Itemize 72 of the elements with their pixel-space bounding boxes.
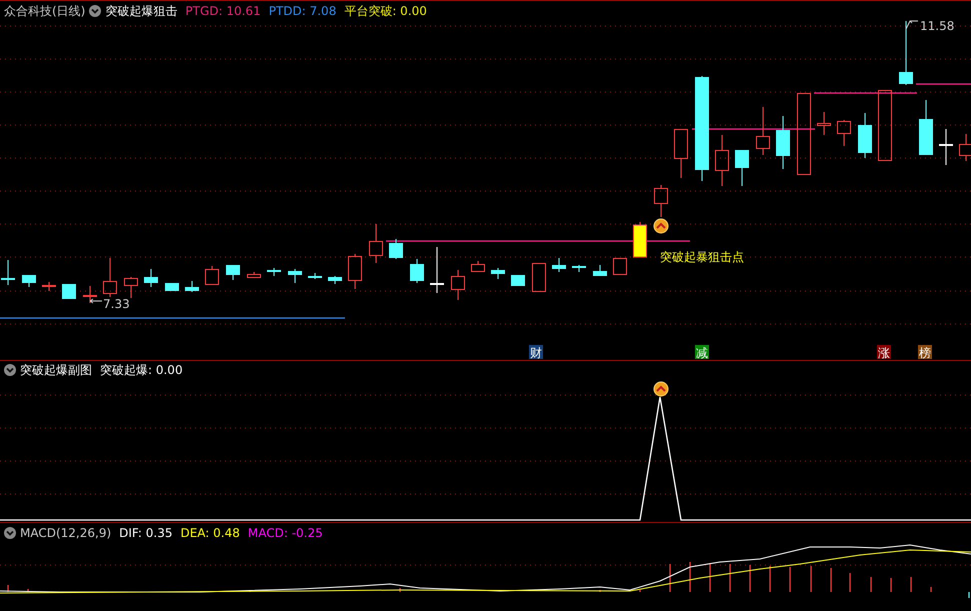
candlestick (959, 134, 971, 162)
chevron-down-icon[interactable] (4, 527, 16, 539)
candlestick (205, 266, 219, 285)
candlestick (328, 276, 342, 284)
candlestick (735, 150, 749, 186)
chart-title: 众合科技(日线) (4, 2, 86, 20)
signal-label: 突破起暴狙击点 (660, 250, 744, 264)
candlestick (288, 268, 302, 284)
arrow-icon (906, 20, 918, 30)
candlestick (613, 258, 627, 275)
candlestick (42, 282, 56, 292)
candlestick (633, 222, 647, 258)
indicator-name: 突破起爆狙击 (105, 2, 178, 20)
event-marker: 减 (695, 345, 709, 360)
legend-value: 突破起爆: 0.00 (100, 362, 183, 379)
legend-value: DIF: 0.35 (119, 525, 172, 542)
chevron-up-icon (654, 382, 668, 396)
candlestick (369, 224, 383, 264)
candlestick (1, 260, 15, 286)
candlestick (62, 284, 76, 299)
candlestick (389, 238, 403, 260)
event-marker: 榜 (918, 345, 932, 360)
candlestick (939, 128, 953, 166)
candlestick (837, 120, 851, 146)
candlestick (430, 246, 444, 294)
candlestick (674, 129, 688, 178)
candlestick (185, 280, 199, 292)
candlestick (410, 258, 424, 284)
candlestick (593, 264, 607, 276)
candlestick (511, 275, 525, 286)
resistance-line (916, 83, 971, 85)
legend-value: PTDD: 7.08 (268, 2, 336, 20)
candlestick (247, 272, 261, 278)
candlestick (878, 90, 892, 161)
candlestick (715, 134, 729, 186)
candlestick (654, 184, 668, 218)
candlestick (491, 268, 505, 280)
high-price-label: 11.58 (920, 20, 954, 33)
candlestick (451, 270, 465, 300)
candlestick (267, 268, 281, 276)
candlestick (144, 268, 158, 288)
candlestick (572, 264, 586, 272)
candlestick (348, 254, 362, 290)
legend-value: 平台突破: 0.00 (344, 2, 427, 20)
candlestick (552, 258, 566, 272)
candlestick (919, 100, 933, 155)
candlestick (103, 258, 117, 298)
arrow-icon (90, 298, 102, 304)
candlestick (83, 286, 97, 304)
chevron-up-icon (654, 218, 668, 234)
indicator-name: MACD(12,26,9) (20, 525, 112, 542)
candlestick (124, 276, 138, 298)
event-marker: 涨 (877, 345, 891, 360)
candlestick (165, 283, 179, 291)
candlestick (756, 106, 770, 156)
chevron-down-icon[interactable] (89, 4, 102, 16)
candlestick (22, 275, 36, 288)
legend-value: PTGD: 10.61 (185, 2, 261, 20)
chevron-down-icon[interactable] (4, 364, 16, 376)
candlestick (858, 112, 872, 158)
candlestick (532, 263, 546, 292)
event-marker: 财 (529, 345, 543, 360)
candlestick (308, 272, 322, 280)
candlestick (899, 20, 913, 86)
legend-value: MACD: -0.25 (248, 525, 323, 542)
candlestick (817, 112, 831, 136)
indicator-name: 突破起爆副图 (20, 362, 92, 379)
candlestick (471, 260, 485, 272)
candlestick (226, 265, 240, 280)
legend-value: DEA: 0.48 (180, 525, 240, 542)
candlestick (776, 116, 790, 170)
low-price-label: 7.33 (103, 297, 130, 311)
